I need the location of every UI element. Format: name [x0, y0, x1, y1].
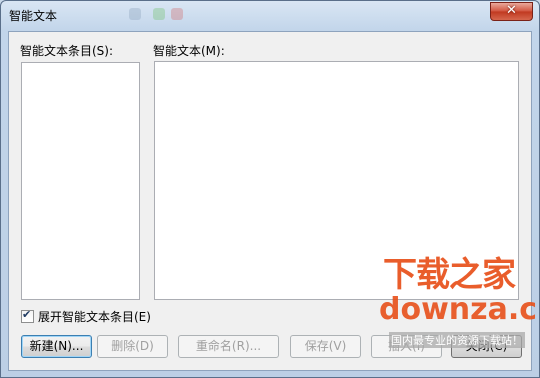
save-button[interactable]: 保存(V) [290, 335, 361, 358]
close-window-button[interactable]: ✕ [490, 2, 533, 21]
smart-text-entries-label: 智能文本条目(S): [20, 44, 114, 58]
new-button[interactable]: 新建(N)... [21, 335, 92, 358]
smart-text-label: 智能文本(M): [153, 44, 225, 58]
smart-text-content-area[interactable] [154, 61, 519, 300]
titlebar-decor-icon [171, 8, 183, 20]
expand-entries-checkbox[interactable]: ✔ [21, 307, 34, 323]
insert-button[interactable]: 插入(I) [371, 335, 442, 358]
checkmark-icon: ✔ [22, 307, 32, 321]
title-bar[interactable]: 智能文本 ✕ [1, 1, 539, 31]
delete-button[interactable]: 删除(D) [97, 335, 168, 358]
rename-button[interactable]: 重命名(R)... [178, 335, 279, 358]
close-icon: ✕ [506, 3, 517, 18]
expand-entries-row[interactable]: ✔ 展开智能文本条目(E) [21, 308, 151, 324]
titlebar-decor-icon [129, 8, 141, 20]
titlebar-decor-icon [153, 8, 165, 20]
close-button[interactable]: 关闭(C) [451, 335, 522, 358]
smart-text-entries-list[interactable] [21, 62, 140, 300]
expand-entries-label[interactable]: 展开智能文本条目(E) [38, 308, 151, 325]
window-title: 智能文本 [9, 9, 58, 23]
dialog-body: 智能文本条目(S): 智能文本(M): ✔ 展开智能文本条目(E) 新建(N).… [8, 31, 532, 371]
smart-text-dialog: 智能文本 ✕ 智能文本条目(S): 智能文本(M): ✔ 展开智能文本条目(E)… [0, 0, 540, 378]
